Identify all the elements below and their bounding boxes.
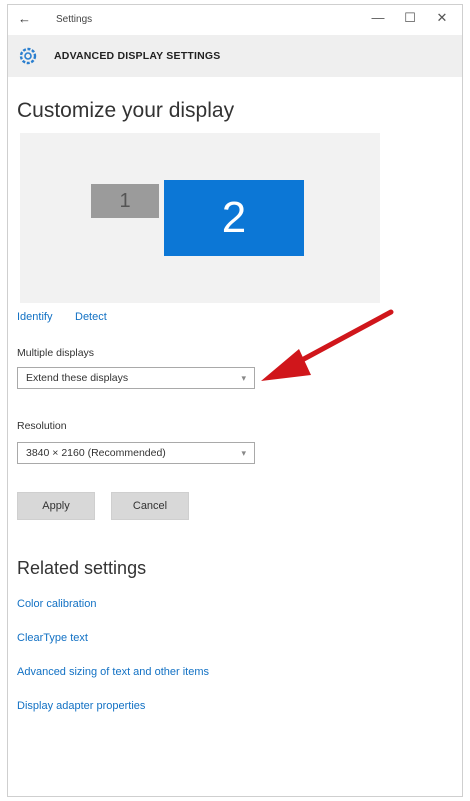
maximize-icon[interactable]: ☐ (398, 10, 422, 26)
display-arrangement-area[interactable]: 1 2 (20, 133, 380, 303)
identify-link[interactable]: Identify (17, 311, 52, 323)
color-calibration-link[interactable]: Color calibration (17, 598, 96, 610)
red-arrow-annotation (261, 309, 394, 381)
settings-window: ← Settings — ☐ ✕ ADVANCED DISPLAY SETTIN… (7, 4, 463, 797)
back-arrow-icon[interactable]: ← (18, 11, 31, 26)
window-title: Settings (56, 14, 93, 25)
cancel-button[interactable]: Cancel (111, 492, 189, 520)
multiple-displays-dropdown[interactable]: Extend these displays ▾ (17, 367, 255, 389)
page-title: ADVANCED DISPLAY SETTINGS (54, 50, 221, 62)
resolution-label: Resolution (17, 420, 67, 432)
monitor-1[interactable]: 1 (91, 184, 159, 218)
multiple-displays-label: Multiple displays (17, 347, 95, 359)
close-icon[interactable]: ✕ (430, 10, 454, 26)
customize-heading: Customize your display (17, 99, 235, 122)
display-adapter-properties-link[interactable]: Display adapter properties (17, 700, 145, 712)
multiple-displays-value: Extend these displays (26, 372, 129, 384)
minimize-icon[interactable]: — (366, 10, 390, 25)
chevron-down-icon: ▾ (241, 373, 246, 383)
page-header: ADVANCED DISPLAY SETTINGS (8, 35, 462, 77)
resolution-dropdown[interactable]: 3840 × 2160 (Recommended) ▾ (17, 442, 255, 464)
title-bar: ← Settings — ☐ ✕ (8, 5, 462, 35)
resolution-value: 3840 × 2160 (Recommended) (26, 447, 166, 459)
related-settings-heading: Related settings (17, 558, 147, 578)
advanced-sizing-link[interactable]: Advanced sizing of text and other items (17, 666, 209, 678)
apply-button[interactable]: Apply (17, 492, 95, 520)
chevron-down-icon: ▾ (241, 448, 246, 458)
detect-link[interactable]: Detect (75, 311, 107, 323)
monitor-2[interactable]: 2 (164, 180, 304, 256)
gear-icon (19, 47, 37, 65)
cleartype-text-link[interactable]: ClearType text (17, 632, 88, 644)
